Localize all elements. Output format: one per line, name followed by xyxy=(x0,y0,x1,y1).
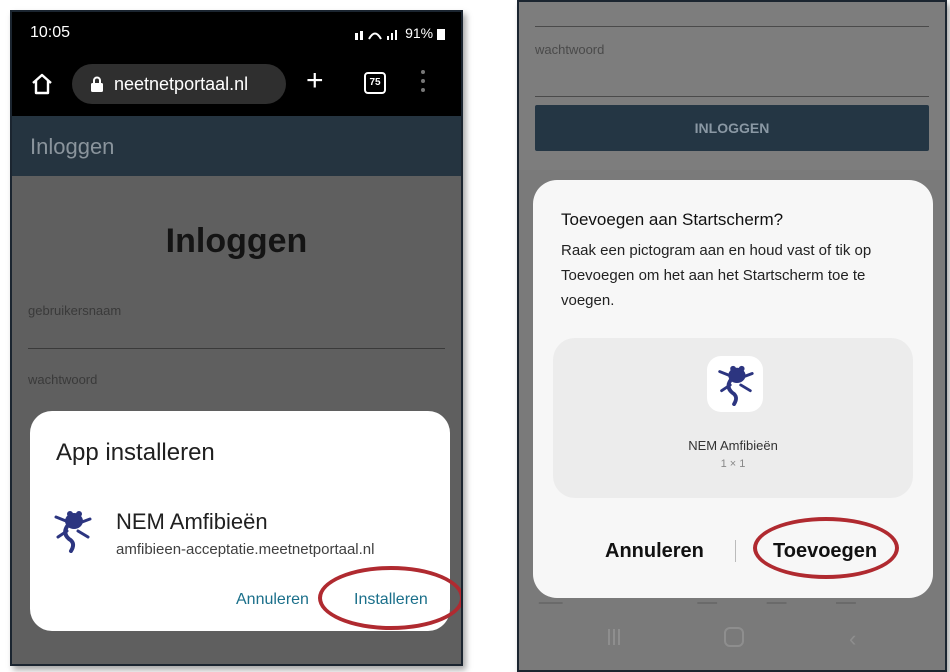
login-page-background: wachtwoord INLOGGEN xyxy=(519,2,945,170)
frog-app-icon xyxy=(54,511,92,553)
cancel-button[interactable]: Annuleren xyxy=(605,540,704,563)
app-preview-card[interactable]: NEM Amfibieën 1 × 1 xyxy=(553,338,913,498)
password-label: wachtwoord xyxy=(28,372,98,387)
login-button[interactable]: INLOGGEN xyxy=(535,105,929,151)
android-navbar: ‹ xyxy=(519,606,945,670)
lock-icon xyxy=(91,76,103,92)
more-vert-icon[interactable] xyxy=(420,70,426,96)
frog-app-icon xyxy=(718,365,754,406)
url-text: neetnetportaal.nl xyxy=(114,74,249,94)
battery-percent: 91% xyxy=(405,25,434,41)
password-label: wachtwoord xyxy=(535,42,605,57)
page-title: Inloggen xyxy=(165,222,308,260)
status-time: 10:05 xyxy=(30,24,71,41)
plus-icon[interactable]: + xyxy=(306,66,324,96)
home-icon[interactable] xyxy=(30,72,54,96)
app-url: amfibieen-acceptatie.meetnetportaal.nl xyxy=(116,541,375,558)
username-field[interactable] xyxy=(28,348,445,349)
battery-icon xyxy=(437,29,445,41)
app-name: NEM Amfibieën xyxy=(116,509,268,534)
recent-apps-icon[interactable] xyxy=(607,628,621,646)
left-phone-screenshot: 10:05 91% neetnetportaal.nl + 75 Inlogge… xyxy=(10,10,463,666)
status-bar: 10:05 91% xyxy=(12,12,461,52)
back-icon[interactable]: ‹ xyxy=(849,626,856,652)
username-label: gebruikersnaam xyxy=(28,303,122,318)
page-header: Inloggen xyxy=(12,116,461,176)
browser-toolbar: neetnetportaal.nl + 75 xyxy=(12,52,461,116)
password-field[interactable] xyxy=(535,96,929,97)
highlight-circle-install xyxy=(318,566,461,630)
right-phone-screenshot: wachtwoord INLOGGEN Toevoegen aan Starts… xyxy=(517,0,947,672)
app-tile[interactable] xyxy=(707,356,763,412)
button-divider xyxy=(735,540,736,562)
dialog-text: Raak een pictogram aan en houd vast of t… xyxy=(561,242,872,309)
app-name: NEM Amfibieën xyxy=(688,438,778,453)
signal-icon xyxy=(355,30,398,41)
dialog-title: Toevoegen aan Startscherm? xyxy=(561,210,784,229)
home-nav-icon[interactable] xyxy=(724,627,744,647)
header-title: Inloggen xyxy=(30,134,115,159)
dialog-title: App installeren xyxy=(56,439,215,466)
highlight-circle-add xyxy=(753,517,899,579)
username-field[interactable] xyxy=(535,26,929,27)
cancel-button[interactable]: Annuleren xyxy=(236,591,309,609)
address-bar[interactable]: neetnetportaal.nl xyxy=(72,64,286,104)
battery-status: 91% xyxy=(355,25,445,41)
app-size: 1 × 1 xyxy=(720,458,746,470)
tabs-icon[interactable]: 75 xyxy=(364,72,386,94)
